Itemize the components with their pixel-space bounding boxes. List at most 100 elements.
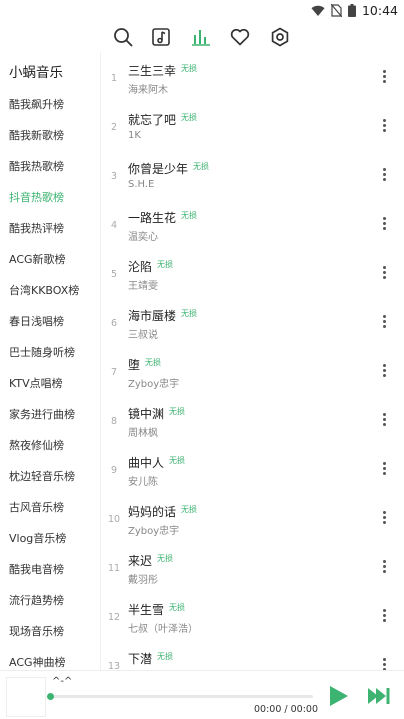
sidebar-item[interactable]: ACG神曲榜 [9,654,66,670]
song-index: 3 [110,171,118,182]
play-icon[interactable] [326,684,350,708]
sidebar-item[interactable]: 家务进行曲榜 [9,406,75,422]
next-track-icon[interactable] [367,684,391,708]
song-artist: 七叔（叶泽浩） [128,624,198,635]
more-options-icon[interactable] [380,460,388,478]
song-row[interactable]: 7 堕无损 Zyboy忠宇 [101,349,404,398]
song-index: 5 [110,269,118,280]
song-row[interactable]: 13 下潜 无损 [101,643,404,670]
more-options-icon[interactable] [380,117,388,135]
more-options-icon[interactable] [380,509,388,527]
song-title: 妈妈的话 [128,505,177,519]
progress-thumb[interactable] [47,693,54,700]
sidebar-item[interactable]: 熬夜修仙榜 [9,437,64,453]
song-title: 下潜 [128,652,153,666]
search-icon[interactable] [112,26,134,48]
sidebar-item[interactable]: 流行趋势榜 [9,592,64,608]
more-options-icon[interactable] [380,558,388,576]
sidebar-item[interactable]: 酷我飙升榜 [9,96,64,112]
sidebar-item[interactable]: ACG新歌榜 [9,251,66,267]
song-title: 堕 [128,358,141,372]
song-artist: 安儿陈 [128,477,158,488]
progress-bar[interactable] [47,693,313,700]
song-title: 海市蜃楼 [128,309,177,323]
song-index: 7 [110,367,118,378]
chart-bars-icon[interactable] [190,26,212,48]
song-index: 8 [110,416,118,427]
lossless-badge: 无损 [169,456,186,465]
song-index: 11 [107,563,121,574]
song-row[interactable]: 8 镜中渊 无损 周林枫 [101,398,404,447]
chart-category-sidebar: 小蜗音乐 酷我飙升榜酷我新歌榜酷我热歌榜抖音热歌榜酷我热评榜 ACG新歌榜 台湾KK… [0,52,100,670]
song-row[interactable]: 4 一路生花 无损温奕心 [101,202,404,251]
song-row[interactable]: 9 曲中人 无损安儿陈 [101,447,404,496]
song-artist: 王靖雯 [128,281,158,292]
lossless-badge: 无损 [169,407,186,416]
lossless-badge: 无损 [157,554,174,563]
sidebar-item[interactable]: 现场音乐榜 [9,623,64,639]
song-row[interactable]: 10 妈妈的话 无损 Zyboy忠宇 [101,496,404,545]
song-list[interactable]: 1 三生三幸 无损 海来阿木 2 就忘了吧 无损 1K 3 你曾是少年 无损 S.H.E 4 一路生花 无损… [101,52,404,670]
sidebar-item[interactable]: 台湾KKBOX榜 [9,282,79,298]
song-artist: Zyboy忠宇 [128,526,180,537]
song-title: 曲中人 [128,456,165,470]
song-artist: Zyboy忠宇 [128,379,180,390]
song-title-line: 沦陷 无损 [128,258,173,275]
sidebar-item[interactable]: 枕边轻音乐榜 [9,468,75,484]
song-title: 镜中渊 [128,407,165,421]
settings-icon[interactable] [269,26,291,48]
song-title: 半生雪 [128,603,165,617]
song-title-line: 就忘了吧 无损 [128,111,197,128]
song-index: 13 [107,661,121,670]
song-index: 9 [110,465,118,476]
sidebar-item[interactable]: 巴士随身听榜 [9,344,75,360]
song-row[interactable]: 5 沦陷 无损王靖雯 [101,251,404,300]
lossless-badge: 无损 [181,64,198,73]
now-playing-title: ^-^ [52,676,73,687]
more-options-icon[interactable] [380,215,388,233]
lossless-badge: 无损 [157,260,174,269]
lossless-badge: 无损 [181,211,198,220]
sidebar-item[interactable]: 酷我电音榜 [9,561,64,577]
song-index: 2 [110,122,118,133]
sidebar-item[interactable]: 古风音乐榜 [9,499,64,515]
lossless-badge: 无损 [181,113,198,122]
more-options-icon[interactable] [380,68,388,86]
more-options-icon[interactable] [380,656,388,670]
lossless-badge: 无损 [193,162,210,171]
music-note-icon[interactable] [150,26,172,48]
song-index: 1 [110,73,118,84]
song-row[interactable]: 11 来迟 无损 戴羽彤 [101,545,404,594]
more-options-icon[interactable] [380,313,388,331]
song-row[interactable]: 12 半生雪 无损七叔（叶泽浩） [101,594,404,643]
song-row[interactable]: 3 你曾是少年 无损 S.H.E [101,153,404,202]
song-row[interactable]: 6 海市蜃楼 无损 三叔说 [101,300,404,349]
more-options-icon[interactable] [380,362,388,380]
sidebar-item[interactable]: 抖音热歌榜 [9,189,64,205]
song-title-line: 海市蜃楼 无损 [128,307,197,324]
sidebar-item[interactable]: 春日浅唱榜 [9,313,64,329]
sidebar-item[interactable]: 酷我新歌榜 [9,127,64,143]
song-index: 12 [107,612,121,623]
song-index: 4 [110,220,118,231]
more-options-icon[interactable] [380,166,388,184]
song-title-line: 来迟 无损 [128,552,173,569]
song-artist: 温奕心 [128,232,158,243]
album-cover[interactable] [6,677,46,717]
more-options-icon[interactable] [380,411,388,429]
song-title-line: 妈妈的话 无损 [128,503,197,520]
song-title-line: 一路生花 无损 [128,209,197,226]
song-row[interactable]: 2 就忘了吧 无损 1K [101,104,404,153]
sidebar-item[interactable]: KTV点唱榜 [9,375,63,391]
sidebar-item[interactable]: Vlog音乐榜 [9,530,66,546]
more-options-icon[interactable] [380,607,388,625]
sidebar-item[interactable]: 酷我热歌榜 [9,158,64,174]
song-row[interactable]: 1 三生三幸 无损 海来阿木 [101,55,404,104]
sidebar-item[interactable]: 酷我热评榜 [9,220,64,236]
song-title: 沦陷 [128,260,153,274]
lossless-badge: 无损 [169,603,186,612]
song-artist: S.H.E [128,179,155,190]
app-brand: 小蜗音乐 [9,65,63,81]
heart-icon[interactable] [229,26,251,48]
more-options-icon[interactable] [380,264,388,282]
